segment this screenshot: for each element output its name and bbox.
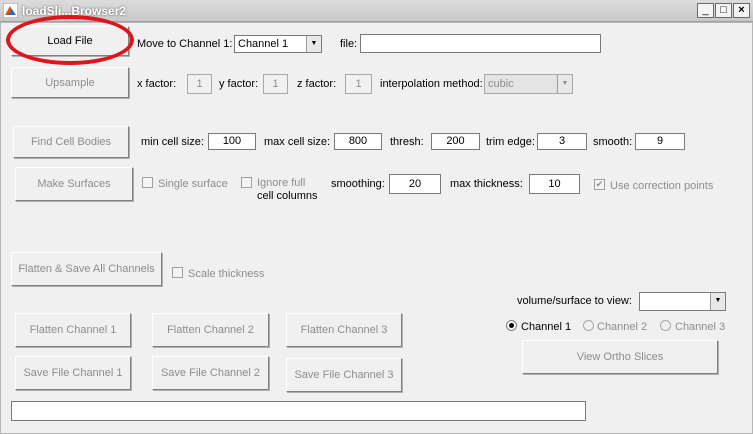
radio-channel-3[interactable] [660,320,671,331]
chevron-down-icon: ▼ [557,75,572,93]
x-factor-input[interactable]: 1 [187,74,212,94]
radio-channel-3-label: Channel 3 [675,321,726,333]
interpolation-label: interpolation method: [380,78,483,90]
cell-columns-label: cell columns [257,190,318,202]
move-to-channel-label: Move to Channel 1: [137,38,233,50]
ignore-full-label: Ignore full [257,177,306,189]
use-correction-checkbox[interactable]: ✔ [594,179,605,190]
radio-channel-1-label: Channel 1 [521,321,572,333]
highlight-ellipse [6,15,134,65]
flatten-channel-2-button[interactable]: Flatten Channel 2 [152,313,269,347]
scale-thickness-checkbox[interactable] [172,267,183,278]
volume-surface-label: volume/surface to view: [517,295,632,307]
checkmark-icon: ✔ [595,179,604,189]
flatten-channel-1-button[interactable]: Flatten Channel 1 [15,313,131,347]
min-cell-size-label: min cell size: [141,136,204,148]
close-button[interactable]: × [733,3,750,18]
radio-channel-2-label: Channel 2 [597,321,648,333]
flatten-channel-3-button[interactable]: Flatten Channel 3 [286,313,402,347]
save-channel-2-button[interactable]: Save File Channel 2 [152,356,269,390]
channel-select-value: Channel 1 [238,38,289,50]
view-ortho-slices-button[interactable]: View Ortho Slices [522,340,718,374]
upsample-button[interactable]: Upsample [11,67,129,98]
minimize-button[interactable]: _ [697,3,714,18]
smoothing-label: smoothing: [331,178,385,190]
y-factor-label: y factor: [219,78,259,90]
single-surface-label: Single surface [158,178,228,190]
volume-surface-select[interactable]: ▼ [639,292,726,311]
smoothing-input[interactable]: 20 [389,174,441,194]
max-thickness-label: max thickness: [450,178,523,190]
min-cell-size-input[interactable]: 100 [208,133,256,150]
interpolation-value: cubic [488,78,514,90]
find-cell-bodies-button[interactable]: Find Cell Bodies [13,126,129,158]
status-field [11,401,586,421]
save-channel-1-button[interactable]: Save File Channel 1 [15,356,131,390]
ignore-full-checkbox[interactable] [241,177,252,188]
z-factor-label: z factor: [297,78,337,90]
scale-thickness-label: Scale thickness [188,268,265,280]
single-surface-checkbox[interactable] [142,177,153,188]
matlab-figure-icon [3,3,18,18]
maximize-button[interactable]: □ [715,3,732,18]
smooth-input[interactable]: 9 [635,133,685,150]
max-thickness-input[interactable]: 10 [529,174,580,194]
save-channel-3-button[interactable]: Save File Channel 3 [286,358,402,392]
title-bar[interactable]: loadSli...Browser2 _ □ × [0,0,753,22]
max-cell-size-label: max cell size: [264,136,331,148]
use-correction-label: Use correction points [610,180,714,192]
radio-channel-2[interactable] [583,320,594,331]
x-factor-label: x factor: [137,78,177,90]
flatten-save-all-button[interactable]: Flatten & Save All Channels [11,252,162,286]
y-factor-input[interactable]: 1 [263,74,288,94]
trim-edge-label: trim edge: [486,136,535,148]
smooth-label: smooth: [593,136,633,148]
radio-dot-icon [509,323,514,328]
thresh-label: thresh: [390,136,424,148]
file-label: file: [340,38,358,50]
make-surfaces-button[interactable]: Make Surfaces [15,167,133,201]
max-cell-size-input[interactable]: 800 [334,133,382,150]
thresh-input[interactable]: 200 [431,133,480,150]
radio-channel-1[interactable] [506,320,517,331]
file-input[interactable] [360,34,601,53]
trim-edge-input[interactable]: 3 [537,133,587,150]
interpolation-select[interactable]: cubic ▼ [484,74,573,94]
chevron-down-icon: ▼ [306,36,321,52]
channel-select[interactable]: Channel 1 ▼ [234,35,322,53]
z-factor-input[interactable]: 1 [345,74,372,94]
chevron-down-icon: ▼ [710,293,725,310]
main-panel: Load File Move to Channel 1: Channel 1 ▼… [0,15,753,434]
